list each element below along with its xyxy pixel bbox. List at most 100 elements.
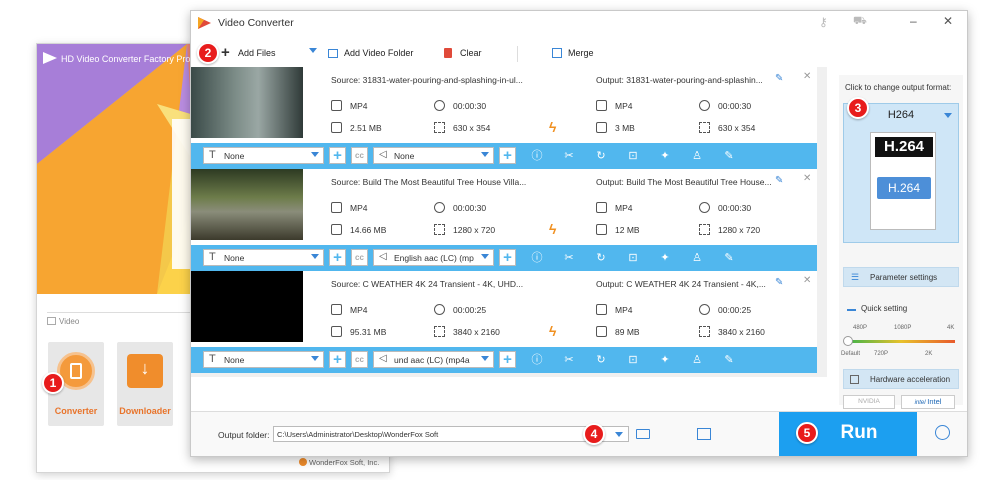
app-logo-icon — [198, 17, 211, 31]
key-icon[interactable]: ⚷ — [819, 15, 828, 29]
effects-icon[interactable]: ✦ — [658, 251, 672, 265]
cc-icon[interactable]: cc — [351, 351, 368, 368]
add-files-dropdown-icon[interactable] — [309, 48, 317, 53]
trim-icon[interactable]: ✂ — [562, 353, 576, 367]
size-icon — [331, 122, 342, 133]
output-format-selector[interactable]: H264 H.264 H.264 — [843, 103, 959, 243]
rotate-icon[interactable]: ↻ — [594, 251, 608, 265]
source-name: Source: 31831-water-pouring-and-splashin… — [331, 75, 523, 85]
subtitle-select[interactable]: T None — [203, 147, 324, 164]
remove-file-icon[interactable]: ✕ — [803, 71, 811, 82]
edit-output-name-icon[interactable]: ✎ — [775, 175, 783, 186]
effects-icon[interactable]: ✦ — [658, 353, 672, 367]
remove-file-icon[interactable]: ✕ — [803, 275, 811, 286]
cc-icon[interactable]: cc — [351, 147, 368, 164]
quality-slider-handle[interactable] — [843, 336, 853, 346]
tick-480p: 480P — [853, 325, 868, 331]
edit-output-name-icon[interactable]: ✎ — [775, 73, 783, 84]
edit-output-name-icon[interactable]: ✎ — [775, 277, 783, 288]
audio-track-select[interactable]: ◁ None — [373, 147, 494, 164]
crop-icon[interactable]: ⊡ — [626, 149, 640, 163]
edit-icon[interactable]: ✎ — [722, 353, 736, 367]
output-resolution: 3840 x 2160 — [718, 327, 765, 337]
convert-flash-icon: ϟ — [549, 221, 557, 237]
source-resolution: 630 x 354 — [453, 123, 491, 133]
remove-file-icon[interactable]: ✕ — [803, 173, 811, 184]
subtitle-icon: T — [209, 149, 216, 161]
info-icon[interactable]: ⓘ — [530, 353, 544, 367]
launcher-footer: WonderFox Soft, Inc. — [299, 458, 379, 467]
add-subtitle-button[interactable]: + — [329, 351, 346, 368]
chevron-down-icon[interactable] — [615, 432, 623, 437]
watermark-icon[interactable]: ♙ — [690, 149, 704, 163]
merge-button[interactable]: Merge — [568, 48, 594, 58]
effects-icon[interactable]: ✦ — [658, 149, 672, 163]
add-audio-button[interactable]: + — [499, 351, 516, 368]
add-audio-button[interactable]: + — [499, 147, 516, 164]
tick-default: Default — [841, 351, 861, 357]
add-files-button[interactable]: Add Files — [238, 48, 276, 58]
audio-track-select[interactable]: ◁ English aac (LC) (mp — [373, 249, 494, 266]
file-row[interactable]: Source: Build The Most Beautiful Tree Ho… — [191, 169, 817, 271]
crop-icon[interactable]: ⊡ — [626, 353, 640, 367]
tick-1080p: 1080P — [894, 325, 912, 331]
video-thumbnail[interactable] — [191, 169, 303, 240]
step-badge-1: 1 — [42, 372, 64, 394]
trim-icon[interactable]: ✂ — [562, 149, 576, 163]
crop-icon[interactable]: ⊡ — [626, 251, 640, 265]
video-thumbnail[interactable] — [191, 271, 303, 342]
watermark-icon[interactable]: ♙ — [690, 353, 704, 367]
info-icon[interactable]: ⓘ — [530, 149, 544, 163]
hardware-acceleration-button[interactable]: Hardware acceleration — [843, 369, 959, 389]
output-folder-input[interactable]: C:\Users\Administrator\Desktop\WonderFox… — [273, 426, 629, 442]
file-row[interactable]: Source: 31831-water-pouring-and-splashin… — [191, 67, 817, 169]
add-subtitle-button[interactable]: + — [329, 147, 346, 164]
edit-icon[interactable]: ✎ — [722, 149, 736, 163]
rotate-icon[interactable]: ↻ — [594, 353, 608, 367]
add-video-folder-button[interactable]: Add Video Folder — [344, 48, 413, 58]
toolbar-divider — [517, 46, 518, 62]
duration-icon — [434, 304, 445, 315]
step-badge-3: 3 — [847, 97, 869, 119]
output-name: Output: Build The Most Beautiful Tree Ho… — [596, 177, 772, 187]
rotate-icon[interactable]: ↻ — [594, 149, 608, 163]
info-icon[interactable]: ⓘ — [530, 251, 544, 265]
quality-slider-track[interactable] — [847, 340, 955, 343]
parameter-settings-button[interactable]: ☰ Parameter settings — [843, 267, 959, 287]
output-name: Output: 31831-water-pouring-and-splashin… — [596, 75, 763, 85]
video-folder-icon[interactable] — [697, 428, 711, 440]
duration-icon — [434, 202, 445, 213]
source-size: 2.51 MB — [350, 123, 382, 133]
watermark-icon[interactable]: ♙ — [690, 251, 704, 265]
trim-icon[interactable]: ✂ — [562, 251, 576, 265]
clear-button[interactable]: Clear — [460, 48, 482, 58]
cart-icon[interactable]: ⛟ — [853, 15, 867, 29]
app-logo-icon — [43, 52, 57, 64]
minimize-button[interactable]: – — [910, 14, 917, 28]
edit-icon[interactable]: ✎ — [722, 251, 736, 265]
intel-option[interactable]: intel Intel — [901, 395, 955, 409]
output-size: 89 MB — [615, 327, 640, 337]
video-thumbnail[interactable] — [191, 67, 303, 138]
speaker-icon: ◁ — [379, 149, 387, 160]
audio-track-select[interactable]: ◁ und aac (LC) (mp4a — [373, 351, 494, 368]
add-audio-button[interactable]: + — [499, 249, 516, 266]
format-icon — [596, 100, 607, 111]
source-resolution: 1280 x 720 — [453, 225, 496, 235]
downloader-tile[interactable]: ↓ Downloader — [117, 342, 173, 426]
file-row[interactable]: Source: C WEATHER 4K 24 Transient - 4K, … — [191, 271, 817, 373]
alarm-clock-icon[interactable] — [935, 425, 950, 440]
add-subtitle-button[interactable]: + — [329, 249, 346, 266]
nvidia-option[interactable]: NVIDIA — [843, 395, 895, 409]
subtitle-select[interactable]: T None — [203, 249, 324, 266]
open-folder-icon[interactable] — [636, 429, 650, 439]
subtitle-select[interactable]: T None — [203, 351, 324, 368]
size-icon — [331, 326, 342, 337]
close-button[interactable]: ✕ — [943, 14, 953, 28]
cc-icon[interactable]: cc — [351, 249, 368, 266]
source-duration: 00:00:30 — [453, 101, 487, 111]
merge-icon — [552, 48, 562, 58]
source-format: MP4 — [350, 305, 368, 315]
format-hint: Click to change output format: — [845, 83, 952, 92]
quick-setting-icon — [847, 309, 856, 311]
